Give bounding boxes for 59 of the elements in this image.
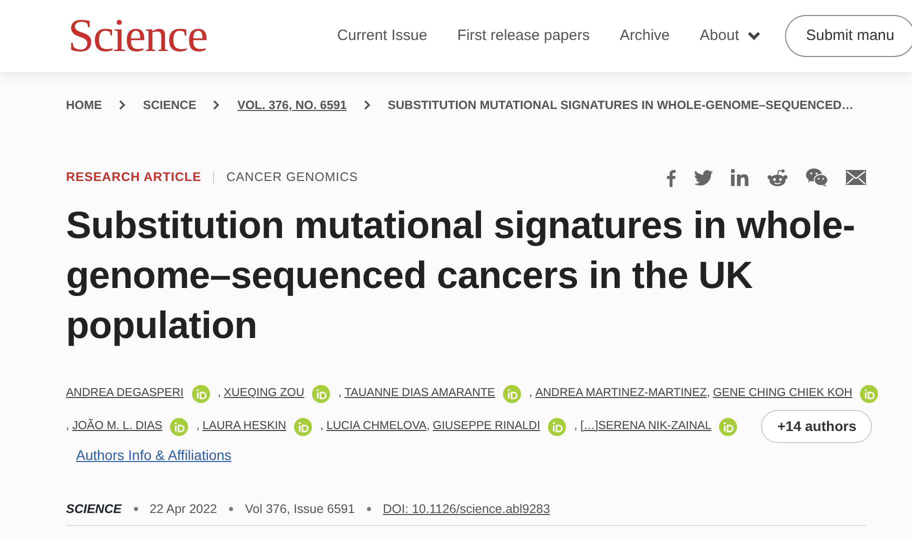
author-link[interactable]: XUEQING ZOU <box>224 384 304 402</box>
affiliations-link[interactable]: Authors Info & Affiliations <box>76 445 232 466</box>
doi-link[interactable]: DOI: 10.1126/science.abl9283 <box>382 500 550 519</box>
chevron-right-icon <box>212 100 222 110</box>
reddit-icon[interactable] <box>767 168 788 186</box>
article-title: Substitution mutational signatures in whole-genome–sequenced cancers in the UK population <box>66 204 856 349</box>
breadcrumb-item[interactable]: SCIENCE <box>143 96 196 114</box>
comma: , <box>426 418 430 434</box>
author-link[interactable]: JOÃO M. L. DIAS <box>72 418 162 436</box>
twitter-icon[interactable] <box>694 170 713 186</box>
comma: , <box>196 418 200 434</box>
author-link[interactable]: GIUSEPPE RINALDI <box>432 418 540 436</box>
linkedin-icon[interactable] <box>731 169 749 186</box>
nav-link[interactable]: About <box>700 24 761 48</box>
nav-link[interactable]: Archive <box>620 24 670 48</box>
breadcrumb-item: SUBSTITUTION MUTATIONAL SIGNATURES IN WHOLE-GENOME–SEQUENCED… <box>388 97 854 114</box>
id-icon[interactable] <box>719 418 738 436</box>
more-authors-button[interactable]: +14 authors <box>761 410 872 443</box>
breadcrumb-link[interactable]: VOL. 376, NO. 6591 <box>237 96 347 114</box>
author-link[interactable]: SERENA NIK-ZAINAL <box>598 418 712 436</box>
comma: , <box>529 386 532 401</box>
id-icon[interactable] <box>860 384 878 402</box>
submit-button[interactable]: Submit manu <box>784 14 912 58</box>
author-link[interactable]: TAUANNE DIAS AMARANTE <box>344 384 496 402</box>
author-link[interactable]: LAURA HESKIN <box>202 418 286 436</box>
comma: , <box>574 418 578 434</box>
author-link[interactable]: […] <box>580 418 598 436</box>
id-icon[interactable] <box>192 384 210 402</box>
author-link[interactable]: GENE CHING CHIEK KOH <box>712 384 852 402</box>
author-link[interactable]: LUCIA CHMELOVA <box>326 418 427 436</box>
article-topic[interactable]: CANCER GENOMICS <box>226 168 358 187</box>
chevron-right-icon <box>362 100 372 110</box>
nav-link[interactable]: Current Issue <box>337 24 428 48</box>
chevron-right-icon <box>118 100 127 110</box>
id-icon[interactable] <box>294 418 312 436</box>
id-icon[interactable] <box>548 418 566 436</box>
comma: , <box>338 386 342 401</box>
nav-link[interactable]: First release papers <box>457 24 590 48</box>
facebook-icon[interactable] <box>666 168 676 186</box>
bullet-icon <box>134 507 138 512</box>
comma: , <box>320 418 324 434</box>
email-icon[interactable] <box>846 170 866 185</box>
bullet-icon <box>229 507 233 512</box>
science-logo[interactable]: Science <box>68 12 208 60</box>
comma: , <box>706 386 710 401</box>
comma: , <box>218 386 221 401</box>
publication-date: 22 Apr 2022 <box>150 501 217 518</box>
volume-issue: Vol 376, Issue 6591 <box>245 501 355 518</box>
id-icon[interactable] <box>312 384 330 402</box>
article-type: RESEARCH ARTICLE <box>66 169 202 186</box>
author-link[interactable]: ANDREA MARTINEZ-MARTINEZ <box>535 384 707 402</box>
breadcrumb-item[interactable]: HOME <box>66 96 102 114</box>
id-icon[interactable] <box>170 418 188 436</box>
bullet-icon <box>366 507 371 512</box>
id-icon[interactable] <box>503 384 522 402</box>
wechat-icon[interactable] <box>806 168 828 187</box>
journal-name: SCIENCE <box>66 501 122 518</box>
comma: , <box>66 418 70 434</box>
author-link[interactable]: ANDREA DEGASPERI <box>66 384 184 402</box>
